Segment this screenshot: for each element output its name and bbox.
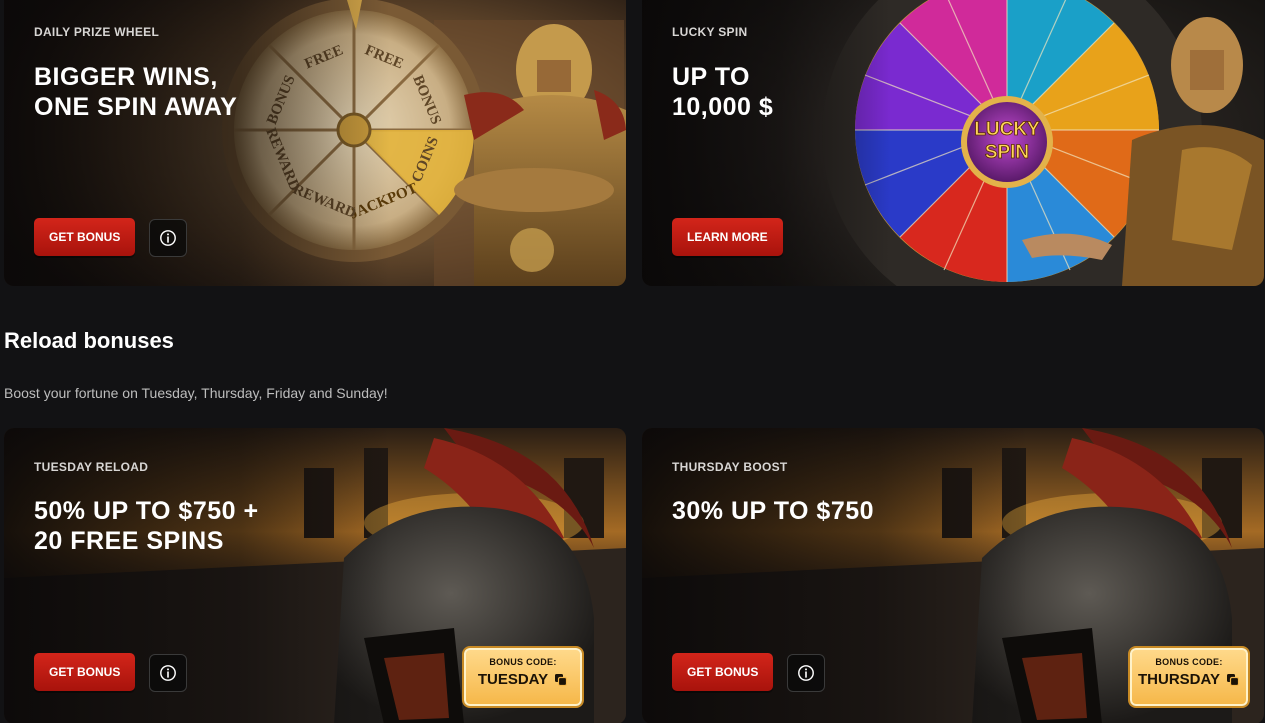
bonus-code-value-row: THURSDAY <box>1132 671 1246 688</box>
bonus-code-caption: BONUS CODE: <box>489 657 557 667</box>
promo-label: LUCKY SPIN <box>672 25 748 39</box>
copy-icon <box>1226 673 1240 686</box>
info-button[interactable] <box>149 219 187 257</box>
reload-card-thursday: THURSDAY BOOST 30% UP TO $750 GET BONUS … <box>642 428 1264 723</box>
learn-more-button[interactable]: LEARN MORE <box>672 218 783 256</box>
reload-label: THURSDAY BOOST <box>672 460 788 474</box>
get-bonus-button[interactable]: GET BONUS <box>672 653 774 691</box>
info-icon <box>160 230 176 246</box>
info-button[interactable] <box>149 654 187 692</box>
info-button[interactable] <box>787 654 825 692</box>
get-bonus-button[interactable]: GET BONUS <box>34 653 136 691</box>
promo-label: DAILY PRIZE WHEEL <box>34 25 160 39</box>
bonus-code: TUESDAY <box>477 671 549 688</box>
reload-title-line-1: 50% UP TO $750 + <box>34 497 259 525</box>
reload-title: 50% UP TO $750 + 20 FREE SPINS <box>34 496 259 556</box>
bonus-code: THURSDAY <box>1138 671 1220 688</box>
promo-card-lucky-spin: LUCKY SPIN LUCKY SPIN UP TO 10,000 $ LEA… <box>642 0 1264 286</box>
promo-title-line-1: UP TO <box>672 63 750 91</box>
promo-title: UP TO 10,000 $ <box>672 62 773 122</box>
reload-title-line-2: 20 FREE SPINS <box>34 527 224 555</box>
reload-label: TUESDAY RELOAD <box>34 460 149 474</box>
promo-card-daily-wheel: FREEBONUSCOINSJACKPOTREWARDREWARDBONUSFR… <box>4 0 626 286</box>
info-icon <box>798 665 814 681</box>
promo-title: BIGGER WINS, ONE SPIN AWAY <box>34 62 237 122</box>
get-bonus-button[interactable]: GET BONUS <box>34 218 136 256</box>
bonus-code-caption: BONUS CODE: <box>1155 657 1223 667</box>
reload-card-tuesday: TUESDAY RELOAD 50% UP TO $750 + 20 FREE … <box>4 428 626 723</box>
promo-title-line-2: ONE SPIN AWAY <box>34 93 238 121</box>
promo-title-line-1: BIGGER WINS, <box>34 63 218 91</box>
info-icon <box>160 665 176 681</box>
copy-icon <box>555 673 568 686</box>
section-title: Reload bonuses <box>4 328 174 353</box>
promo-title-line-2: 10,000 $ <box>672 93 774 121</box>
section-subtitle: Boost your fortune on Tuesday, Thursday,… <box>4 385 388 401</box>
bonus-code-button[interactable]: BONUS CODE: TUESDAY <box>464 648 582 706</box>
reload-title-line-1: 30% UP TO $750 <box>672 497 875 525</box>
bonus-code-button[interactable]: BONUS CODE: THURSDAY <box>1130 648 1248 706</box>
promotions-page: FREEBONUSCOINSJACKPOTREWARDREWARDBONUSFR… <box>0 0 1265 723</box>
bonus-code-value-row: TUESDAY <box>466 671 580 688</box>
reload-title: 30% UP TO $750 <box>672 496 874 526</box>
